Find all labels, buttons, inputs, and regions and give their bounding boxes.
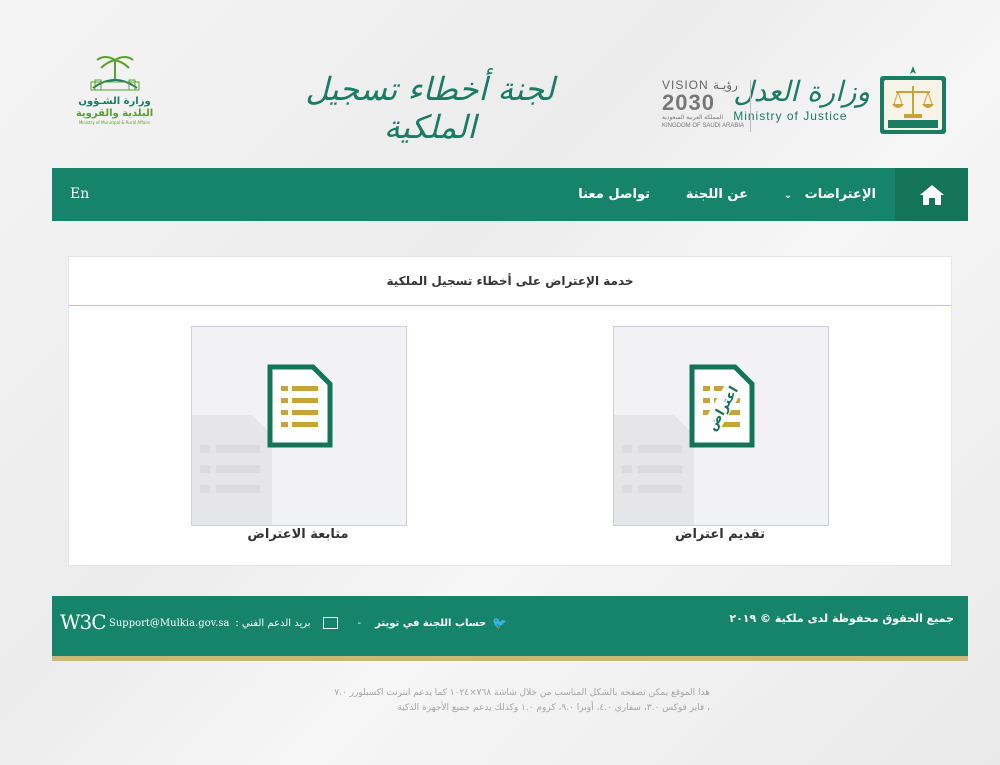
support-links: 🐦 حساب اللجنة في تويتر - بريد الدعم الفن… — [109, 616, 507, 630]
ghost-document-icon — [614, 415, 694, 525]
momra-line1: وزارة الشـؤون — [78, 96, 151, 107]
list-document-icon — [267, 364, 333, 448]
vision-year: 2030 — [662, 90, 715, 115]
submit-objection-tile[interactable]: اعتراض — [613, 326, 829, 526]
site-footer: جميع الحقوق محفوظة لدى ملكية © ٢٠١٩ W3C … — [52, 596, 968, 656]
site-title: لجنة أخطاء تسجيل الملكية — [305, 70, 555, 146]
moj-logo[interactable]: وزارة العدل Ministry of Justice — [733, 62, 948, 136]
note-line-2: ، فاير فوكس ٣.٠، سفاري ٤.٠، أوبرا ٩.٠، ك… — [397, 703, 710, 713]
home-button[interactable] — [895, 168, 968, 221]
follow-objection-label[interactable]: متابعة الاعتراض — [191, 527, 405, 542]
main-navbar: الإعتراضات ⌄ عن اللجنة تواصل معنا En — [52, 168, 968, 221]
nav-contact[interactable]: تواصل معنا — [578, 168, 650, 221]
moj-emblem-icon — [880, 66, 946, 134]
nav-about[interactable]: عن اللجنة — [686, 168, 748, 221]
service-card: خدمة الإعتراض على أخطاء تسجيل الملكية اع… — [68, 256, 952, 566]
nav-objections-label: الإعتراضات — [804, 187, 876, 202]
support-email-link[interactable]: Support@Mulkia.gov.sa — [109, 618, 229, 629]
service-title: خدمة الإعتراض على أخطاء تسجيل الملكية — [69, 257, 951, 306]
language-switch[interactable]: En — [70, 168, 89, 221]
home-icon — [919, 184, 944, 205]
vision-sub-en: KINGDOM OF SAUDI ARABIA — [662, 123, 745, 129]
momra-line2: البلدية والقروية — [75, 108, 154, 119]
mail-icon[interactable] — [322, 617, 338, 629]
follow-objection-tile[interactable] — [191, 326, 407, 526]
momra-en: Ministry of Municipal & Rural Affairs — [78, 120, 151, 125]
nav-objections-dropdown[interactable]: الإعتراضات ⌄ — [784, 168, 876, 221]
vision-2030-logo: VISION رؤيـة 2030 المملكة العربية السعود… — [662, 78, 748, 136]
chevron-down-icon: ⌄ — [783, 190, 793, 201]
twitter-link[interactable]: حساب اللجنة في تويتر — [375, 618, 486, 629]
objection-document-icon: اعتراض — [689, 364, 755, 448]
browser-support-note: هذا الموقع يمكن تصفحه بالشكل المناسب من … — [200, 686, 710, 716]
moj-name-ar: وزارة العدل — [733, 75, 870, 108]
palm-emblem-icon — [90, 56, 139, 91]
footer-gold-bar — [52, 656, 968, 661]
ghost-document-icon — [192, 415, 272, 525]
momra-logo[interactable]: وزارة الشـؤون البلدية والقروية Ministry … — [72, 50, 157, 140]
separator: - — [357, 617, 362, 629]
w3c-logo[interactable]: W3C — [60, 610, 107, 634]
submit-objection-label[interactable]: تقديم اعتراض — [613, 527, 827, 542]
note-line-1: هذا الموقع يمكن تصفحه بالشكل المناسب من … — [334, 688, 710, 698]
twitter-icon[interactable]: 🐦 — [492, 616, 507, 630]
support-label: بريد الدعم الفني : — [235, 617, 311, 629]
vision-sub-ar: المملكة العربية السعودية — [662, 115, 724, 121]
site-header: وزارة العدل Ministry of Justice VISION ر… — [0, 0, 1000, 165]
logo-divider — [750, 80, 751, 132]
copyright-text: جميع الحقوق محفوظة لدى ملكية © ٢٠١٩ — [729, 612, 954, 625]
